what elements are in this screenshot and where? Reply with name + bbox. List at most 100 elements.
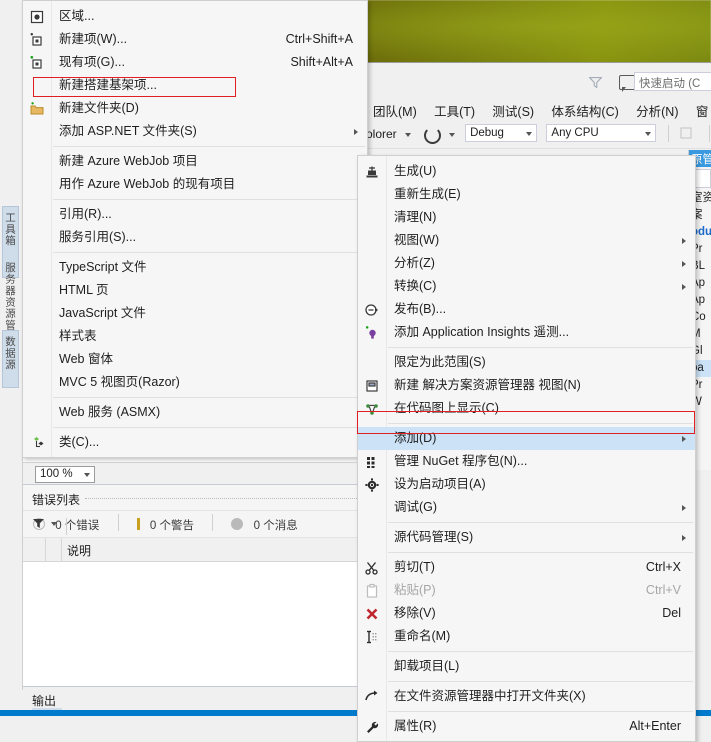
message-count[interactable]: 0 个消息	[250, 511, 308, 533]
chevron-right-icon	[682, 535, 686, 541]
platform-combo[interactable]: Any CPU	[546, 124, 657, 142]
menu-item-label: 服务引用(S)...	[59, 230, 137, 244]
menu-item[interactable]: 转换(C)	[358, 275, 695, 298]
menu-tools[interactable]: 工具(T)	[427, 96, 482, 122]
menu-item[interactable]: 添加 Application Insights 遥测...	[358, 321, 695, 344]
output-pane-tab[interactable]: 输出	[23, 686, 363, 710]
error-count[interactable]: 0 个错误	[51, 511, 109, 533]
chevron-right-icon	[682, 436, 686, 442]
menu-item-label: 添加 ASP.NET 文件夹(S)	[59, 124, 197, 138]
divider	[212, 514, 214, 531]
menu-item[interactable]: 在文件资源管理器中打开文件夹(X)	[358, 685, 695, 708]
menu-item[interactable]: 新建项(W)... Ctrl+Shift+A	[23, 28, 367, 51]
chevron-down-icon[interactable]	[51, 522, 57, 526]
menu-item[interactable]: 清理(N)	[358, 206, 695, 229]
side-tab-toolbox[interactable]: 工具箱	[3, 212, 18, 247]
error-list-grid[interactable]	[23, 561, 363, 687]
menu-item-label: 源代码管理(S)	[394, 530, 474, 544]
menu-item-label: 移除(V)	[394, 606, 436, 620]
menu-item[interactable]: 分析(Z)	[358, 252, 695, 275]
menu-item[interactable]: 添加(D)	[358, 427, 695, 450]
divider	[117, 514, 119, 531]
menu-item[interactable]: 样式表	[23, 325, 367, 348]
warning-count[interactable]: 0 个警告	[146, 511, 204, 533]
publish-icon	[365, 304, 378, 316]
existing-item-icon	[30, 56, 42, 69]
menu-item[interactable]: 新建 解决方案资源管理器 视图(N)	[358, 374, 695, 397]
chevron-right-icon	[682, 505, 686, 511]
menu-item[interactable]: 剪切(T) Ctrl+X	[358, 556, 695, 579]
divider	[709, 125, 711, 142]
side-tab-data-sources[interactable]: 数据源	[3, 336, 18, 371]
menu-item-label: 调试(G)	[394, 500, 438, 514]
menu-item-label: 设为启动项目(A)	[394, 477, 486, 491]
menu-item[interactable]: 新建搭建基架项...	[23, 74, 367, 97]
nuget-icon	[367, 457, 375, 468]
menu-item[interactable]: 调试(G)	[358, 496, 695, 519]
menu-item[interactable]: MVC 5 视图页(Razor)	[23, 371, 367, 394]
column-header-description[interactable]: 说明	[67, 542, 91, 559]
menu-item[interactable]: 管理 NuGet 程序包(N)...	[358, 450, 695, 473]
menu-test[interactable]: 测试(S)	[485, 96, 541, 122]
menu-item[interactable]: 在代码图上显示(C)	[358, 397, 695, 420]
funnel-icon[interactable]	[589, 77, 602, 88]
menu-item[interactable]: 新建 Azure WebJob 项目	[23, 150, 367, 173]
menu-item[interactable]: HTML 页	[23, 279, 367, 302]
window-icon[interactable]	[679, 126, 699, 145]
menu-window[interactable]: 窗	[689, 96, 711, 122]
menu-item-shortcut: Alt+Enter	[629, 719, 681, 733]
menu-item[interactable]: 用作 Azure WebJob 的现有项目	[23, 173, 367, 196]
menu-item[interactable]: 限定为此范围(S)	[358, 351, 695, 374]
explorer-button-label[interactable]: olorer	[364, 122, 399, 141]
menu-item[interactable]: 重命名(M)	[358, 625, 695, 648]
class-icon	[34, 437, 44, 448]
menu-item[interactable]: 新建文件夹(D)	[23, 97, 367, 120]
menu-item[interactable]: 设为启动项目(A)	[358, 473, 695, 496]
menu-item[interactable]: 区域...	[23, 5, 367, 28]
quick-launch-input[interactable]: 快速启动 (C	[634, 72, 711, 91]
menu-item[interactable]: 移除(V) Del	[358, 602, 695, 625]
zoom-level-combo[interactable]: 100 %	[35, 466, 95, 483]
funnel-icon[interactable]	[33, 519, 44, 528]
menu-item[interactable]: 源代码管理(S)	[358, 526, 695, 549]
menu-item[interactable]: 卸载项目(L)	[358, 655, 695, 678]
menu-item-label: 现有项(G)...	[59, 55, 125, 69]
menu-item[interactable]: 类(C)...	[23, 431, 367, 454]
menu-item-shortcut: Ctrl+X	[645, 560, 681, 574]
menu-separator	[388, 552, 693, 553]
configuration-combo[interactable]: Debug	[465, 124, 538, 142]
menu-separator	[388, 347, 693, 348]
add-context-menu[interactable]: 区域... 新建项(W)... Ctrl+Shift+A 现有项(G)... Shift…	[22, 0, 368, 458]
open-folder-icon	[365, 690, 378, 701]
menu-item[interactable]: 属性(R) Alt+Enter	[358, 715, 695, 738]
menu-analyze[interactable]: 分析(N)	[629, 96, 685, 122]
menu-item[interactable]: Web 服务 (ASMX)	[23, 401, 367, 424]
chevron-right-icon	[682, 284, 686, 290]
menu-item[interactable]: 现有项(G)... Shift+Alt+A	[23, 51, 367, 74]
menu-item-shortcut: Del	[662, 606, 681, 620]
chevron-down-icon[interactable]	[405, 133, 412, 138]
editor-zoom-bar: 100 %	[23, 462, 363, 485]
menu-item[interactable]: 视图(W)	[358, 229, 695, 252]
menu-item[interactable]: 重新生成(E)	[358, 183, 695, 206]
menu-item-label: JavaScript 文件	[59, 306, 146, 320]
menu-item-label: 新建文件夹(D)	[59, 101, 139, 115]
paste-icon	[366, 583, 378, 598]
project-context-menu[interactable]: 生成(U) 重新生成(E) 清理(N) 视图(W) 分析(Z) 转换(C) 发布(B)...…	[357, 155, 696, 742]
menu-item[interactable]: Web 窗体	[23, 348, 367, 371]
menu-item[interactable]: JavaScript 文件	[23, 302, 367, 325]
chevron-down-icon[interactable]	[448, 133, 455, 138]
menu-item[interactable]: 添加 ASP.NET 文件夹(S)	[23, 120, 367, 143]
menu-architecture[interactable]: 体系结构(C)	[544, 96, 625, 122]
menu-item[interactable]: 引用(R)...	[23, 203, 367, 226]
remove-x-icon	[366, 608, 378, 620]
menu-team[interactable]: 团队(M)	[366, 96, 424, 122]
menu-item[interactable]: 发布(B)...	[358, 298, 695, 321]
refresh-icon[interactable]	[424, 127, 442, 144]
insights-icon	[366, 326, 376, 339]
menu-item-label: 新建搭建基架项...	[59, 78, 157, 92]
menu-item[interactable]: 服务引用(S)...	[23, 226, 367, 249]
menu-item[interactable]: TypeScript 文件	[23, 256, 367, 279]
menu-item-label: 卸载项目(L)	[394, 659, 460, 673]
menu-item[interactable]: 生成(U)	[358, 160, 695, 183]
